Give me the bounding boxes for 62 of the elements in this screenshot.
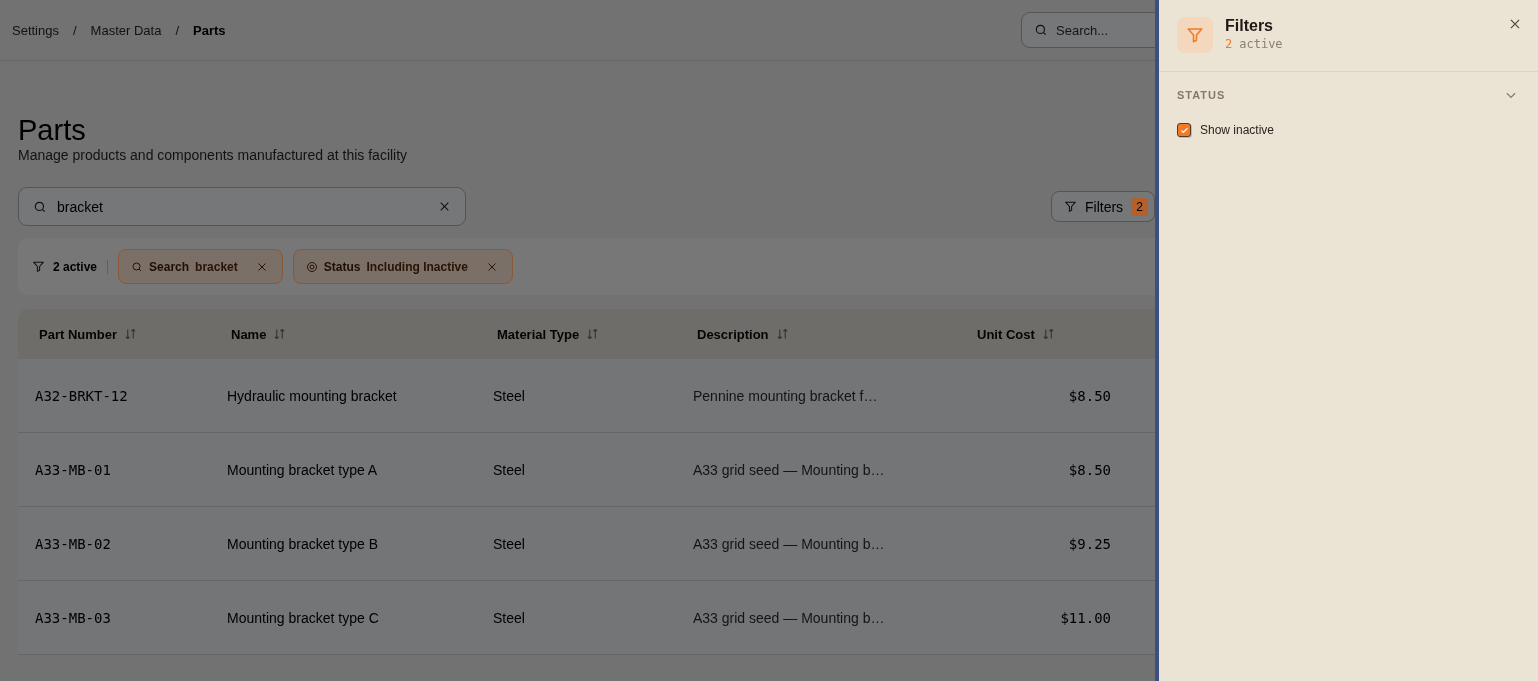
table-cell-text: $11.00 — [1059, 609, 1112, 626]
table-cell-text: Steel — [492, 535, 526, 552]
search-icon — [1034, 23, 1048, 37]
target-icon — [305, 260, 318, 273]
section-header[interactable]: STATUS — [1177, 86, 1518, 104]
table-cell-text: Steel — [492, 461, 526, 478]
breadcrumb-link[interactable]: Parts — [193, 22, 226, 38]
table-cell-text: Steel — [492, 387, 526, 404]
search-field[interactable]: bracket — [18, 187, 466, 226]
check-icon — [1179, 125, 1189, 135]
table-cell-text: $8.50 — [1067, 387, 1112, 404]
filter-icon — [32, 260, 45, 273]
table-cell-text: Pennine mounting bracket f… — [692, 387, 879, 404]
table-cell-text: A33 grid seed — Mounting b… — [692, 461, 886, 478]
column-header[interactable]: Part Number — [39, 326, 118, 342]
page-subtitle: Manage products and components manufactured at this facility — [18, 147, 409, 163]
column-header[interactable]: Description — [697, 326, 769, 342]
sort-icon[interactable] — [1042, 328, 1054, 340]
breadcrumb-link[interactable]: Master Data — [90, 22, 162, 38]
active-count: 2 — [1225, 37, 1233, 51]
table-cell-text: A33-MB-02 — [34, 535, 112, 552]
sort-icon[interactable] — [274, 328, 286, 340]
table-cell-text: Steel — [492, 609, 526, 626]
remove-icon[interactable] — [255, 260, 268, 273]
table-cell-text: Hydraulic mounting bracket — [226, 387, 398, 404]
active-label: active — [1239, 37, 1283, 51]
table-cell-text: Mounting bracket type B — [226, 535, 379, 552]
filter-icon — [1186, 26, 1204, 44]
sort-icon[interactable] — [125, 328, 137, 340]
sort-icon[interactable] — [776, 328, 788, 340]
table-cell-text: A33-MB-01 — [34, 461, 112, 478]
table-cell-text: A33-MB-03 — [34, 609, 112, 626]
table-cell-text: Mounting bracket type A — [226, 461, 379, 478]
table-cell-text: $8.50 — [1067, 461, 1112, 478]
table-cell-text: $9.25 — [1067, 535, 1112, 552]
checkbox[interactable] — [1177, 123, 1191, 137]
search-icon — [131, 260, 144, 273]
search-field[interactable]: Search... — [1021, 12, 1155, 48]
breadcrumb-link[interactable]: Settings — [12, 22, 59, 38]
table-cell-text: A33 grid seed — Mounting b… — [692, 609, 886, 626]
breadcrumb-separator: / — [175, 22, 180, 38]
table-cell-text: A32-BRKT-12 — [34, 387, 129, 404]
sort-icon[interactable] — [587, 328, 599, 340]
filters-button[interactable]: Filters 2 — [1051, 191, 1155, 222]
table-cell-text: A33 grid seed — Mounting b… — [692, 535, 886, 552]
table-cell-text: Mounting bracket type C — [226, 609, 380, 626]
filter-icon — [1064, 200, 1077, 213]
column-header[interactable]: Unit Cost — [977, 326, 1035, 342]
active-filter-count: 2 active — [53, 259, 98, 274]
column-header[interactable]: Material Type — [497, 326, 580, 342]
checkbox-label: Show inactive — [1200, 123, 1275, 137]
page-title: Parts — [18, 113, 87, 147]
search-icon — [33, 199, 47, 214]
filter-chip[interactable]: Status Including Inactive — [292, 249, 513, 284]
remove-icon[interactable] — [485, 260, 498, 273]
close-button[interactable] — [1508, 17, 1522, 31]
clear-icon[interactable] — [438, 200, 451, 213]
breadcrumb-separator: / — [73, 22, 77, 38]
drawer-title: Filters — [1225, 17, 1274, 35]
column-header[interactable]: Name — [231, 326, 267, 342]
filter-chip[interactable]: Search bracket — [118, 249, 283, 284]
count-badge: 2 — [1131, 197, 1148, 216]
